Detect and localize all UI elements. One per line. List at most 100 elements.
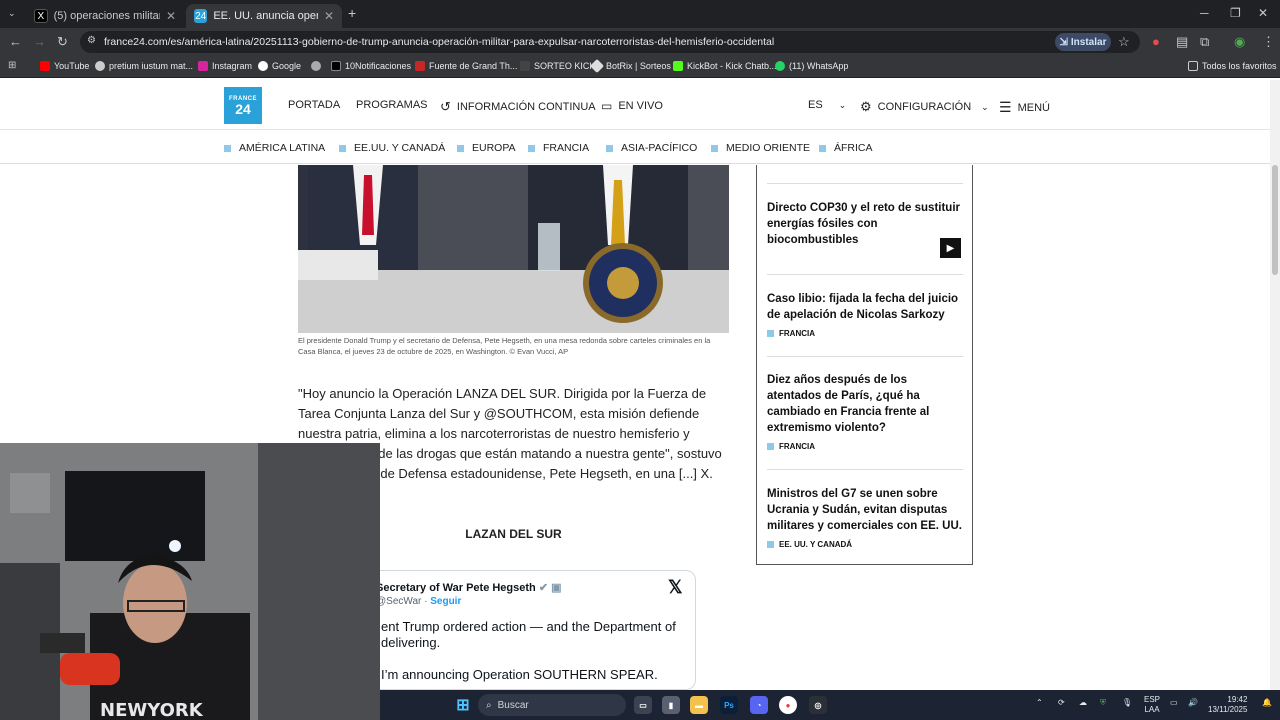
scrollbar-thumb[interactable] [1272,165,1278,275]
instagram-icon [198,61,208,71]
article-photo [298,165,729,333]
back-icon[interactable]: ← [9,34,22,49]
x-logo-icon[interactable]: 𝕏 [668,577,683,598]
cloud-icon[interactable]: ☁ [1079,698,1087,708]
discord-icon[interactable]: ◔ [750,696,768,714]
search-icon: ⌕ [486,699,492,711]
close-tab-icon[interactable]: ✕ [324,9,334,23]
article-tag[interactable]: FRANCIA [767,442,815,451]
file-explorer-icon[interactable]: ▬ [690,696,708,714]
related-article[interactable]: Directo COP30 y el reto de sustituir ene… [767,200,963,248]
network-icon[interactable]: ▭ [1170,698,1178,708]
tweet-author[interactable]: Secretary of War Pete Hegseth ✔ ▣ [376,581,562,594]
bookmark-blank[interactable] [311,61,321,71]
follow-link[interactable]: Seguir [430,596,461,607]
verified-badge-icon: ✔ [538,582,549,594]
region-medio-oriente[interactable]: MEDIO ORIENTE [711,142,810,154]
tab-x-search[interactable]: X (5) operaciones militares - Busc ✕ [26,4,184,28]
bookmark-sorteo-kick[interactable]: SORTEO KICK [520,61,595,71]
app-icon[interactable]: ◎ [809,696,827,714]
bookmark-youtube[interactable]: YouTube [40,61,89,71]
extension-icon[interactable]: ● [1152,34,1160,49]
bookmark-fuente[interactable]: Fuente de Grand Th... [415,61,517,71]
taskbar-search[interactable]: ⌕ Buscar [478,694,626,716]
divider [767,469,963,470]
article-tag[interactable]: EE. UU. Y CANADÁ [767,540,852,549]
gear-icon: ⚙ [860,99,872,114]
divider [767,274,963,275]
chrome-icon[interactable]: ● [779,696,797,714]
bullet-square-icon [767,541,774,548]
region-asia-pacifico[interactable]: ASIA-PACÍFICO [606,142,697,154]
france24-logo[interactable]: FRANCE 24 [224,87,262,124]
region-africa[interactable]: ÁFRICA [819,142,873,154]
play-video-icon[interactable]: ▶ [940,238,961,258]
profile-avatar-icon[interactable]: ◉ [1234,34,1245,50]
related-article[interactable]: Diez años después de los atentados de Pa… [767,372,963,436]
nav-portada[interactable]: PORTADA [288,99,340,111]
task-view-icon[interactable]: ▭ [634,696,652,714]
article-tag[interactable]: FRANCIA [767,329,815,338]
x-logo-icon [331,61,341,71]
extensions-puzzle-icon[interactable]: ⧉ [1200,34,1209,50]
url-text[interactable]: france24.com/es/américa-latina/20251113-… [104,36,774,48]
tray-shield-icon[interactable]: ⛨ [1100,698,1106,708]
close-window-icon[interactable]: ✕ [1258,6,1268,20]
nav-informacion-continua[interactable]: ↺ INFORMACIÓN CONTINUA [440,99,596,115]
tab-search-icon[interactable]: ⌄ [8,8,16,19]
region-eeuu-canada[interactable]: EE.UU. Y CANADÁ [339,142,445,154]
media-icon[interactable]: ▤ [1176,34,1188,50]
restore-icon[interactable]: ❐ [1230,6,1241,20]
region-europa[interactable]: EUROPA [457,142,516,154]
close-tab-icon[interactable]: ✕ [166,9,176,23]
reload-icon[interactable]: ↻ [57,34,68,50]
folder-icon [1188,61,1198,71]
tweet-handle-row: @SecWar · Seguir [376,596,462,607]
hamburger-icon: ☰ [999,99,1012,115]
bookmark-google[interactable]: Google [258,61,301,71]
input-language[interactable]: ESP LAA [1144,695,1160,715]
page-icon [520,61,530,71]
apps-grid-icon[interactable]: ⊞ [8,60,16,71]
globe-icon [311,61,321,71]
nav-configuracion[interactable]: ⚙ CONFIGURACIÓN ⌄ [860,99,989,115]
bookmark-instagram[interactable]: Instagram [198,61,252,71]
tray-app-icon[interactable]: ⟳ [1058,698,1065,708]
microphone-icon[interactable]: 🎙 [1122,698,1132,708]
region-francia[interactable]: FRANCIA [528,142,589,154]
install-icon: ⇲ [1059,36,1068,48]
region-america-latina[interactable]: AMÉRICA LATINA [224,142,325,154]
forward-icon[interactable]: → [33,34,46,49]
nav-menu[interactable]: ☰ MENÚ [999,99,1050,116]
all-bookmarks-folder[interactable]: Todos los favoritos [1188,61,1277,71]
minimize-icon[interactable]: ─ [1200,6,1209,20]
youtube-icon [40,61,50,71]
france24-favicon-icon: 24 [194,9,208,23]
nav-programas[interactable]: PROGRAMAS [356,99,428,111]
windows-start-icon[interactable]: ⊞ [454,696,472,714]
app-icon[interactable]: ▮ [662,696,680,714]
tab-france24[interactable]: 24 EE. UU. anuncia operación 'Lanz ✕ [186,4,342,28]
install-app-button[interactable]: ⇲ Instalar [1055,33,1111,51]
nav-en-vivo[interactable]: ▭ EN VIVO [601,99,663,113]
kickbot-icon [673,61,683,71]
whatsapp-icon [775,61,785,71]
notifications-icon[interactable]: 🔔 [1262,698,1272,708]
related-article[interactable]: Caso libio: fijada la fecha del juicio d… [767,291,963,323]
related-article[interactable]: Ministros del G7 se unen sobre Ucrania y… [767,486,963,534]
bookmark-botrix[interactable]: BotRix | Sorteos [589,58,671,74]
bookmark-star-icon[interactable]: ☆ [1118,34,1130,50]
bookmark-10notificaciones[interactable]: 10Notificaciones [331,61,411,71]
more-menu-icon[interactable]: ⋮ [1262,34,1275,50]
language-select[interactable]: ES ⌄ [808,99,846,111]
bookmark-pretium[interactable]: pretium iustum mat... [95,61,193,71]
clock[interactable]: 19:42 13/11/2025 [1208,695,1247,715]
photoshop-icon[interactable]: Ps [720,696,738,714]
bookmark-kickbot[interactable]: KickBot - Kick Chatb... [673,61,777,71]
site-info-icon[interactable]: ⚙ [87,35,96,46]
volume-icon[interactable]: 🔊 [1188,698,1198,708]
bookmark-whatsapp[interactable]: (11) WhatsApp [775,61,848,71]
tray-chevron-icon[interactable]: ⌃ [1036,698,1043,708]
new-tab-icon[interactable]: + [348,5,356,21]
divider [767,356,963,357]
